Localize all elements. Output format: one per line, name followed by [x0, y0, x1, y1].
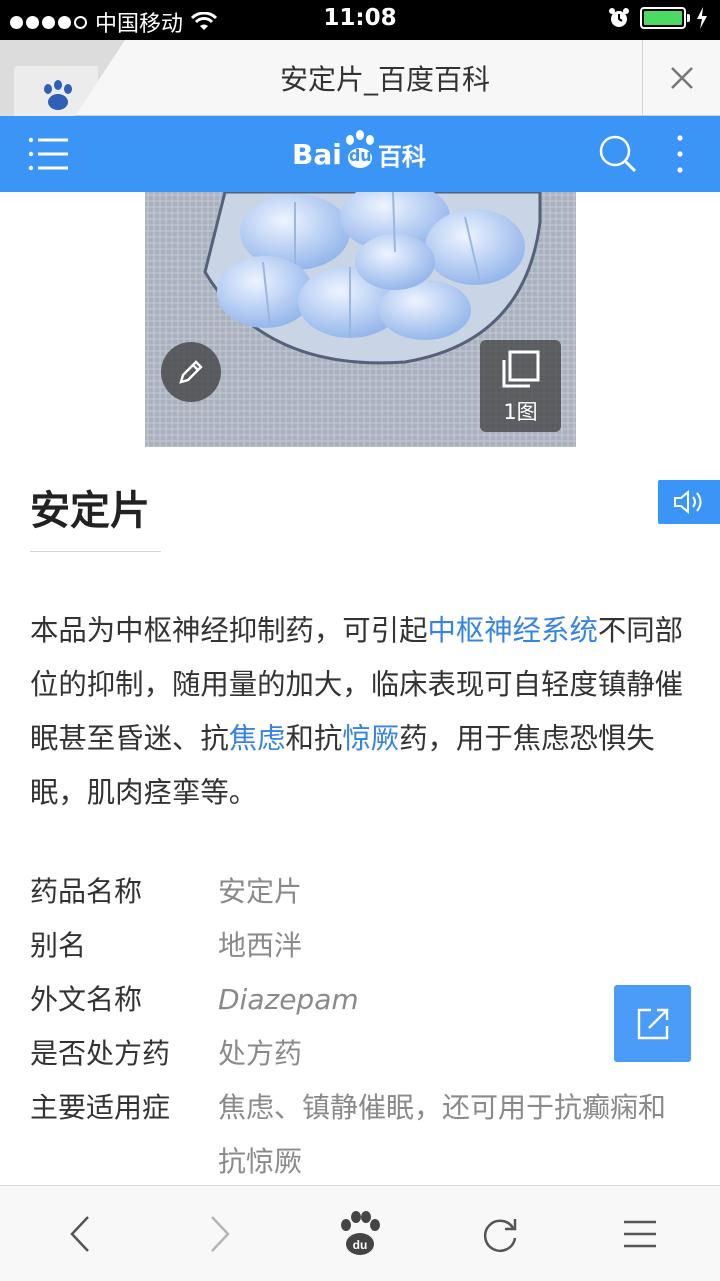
refresh-button[interactable]	[470, 1208, 530, 1260]
title-divider	[30, 551, 161, 552]
forward-button[interactable]	[190, 1208, 250, 1260]
basic-info-table: 药品名称 安定片 别名 地西泮 外文名称 Diazepam 是否处方药 处方药 …	[30, 865, 690, 1189]
article-image[interactable]: 1图	[145, 192, 576, 447]
link-central-nervous-system[interactable]: 中枢神经系统	[427, 614, 597, 647]
logo-bai: Bai	[292, 137, 342, 171]
more-options-icon[interactable]	[674, 134, 686, 174]
info-row: 是否处方药 处方药	[30, 1027, 690, 1081]
search-icon[interactable]	[598, 134, 638, 174]
baidu-paw-icon: du	[341, 1211, 380, 1255]
info-key: 别名	[30, 929, 87, 962]
tab-title[interactable]: 安定片_百度百科	[130, 58, 640, 98]
info-key: 是否处方药	[30, 1037, 171, 1070]
menu-button[interactable]	[610, 1208, 670, 1260]
gallery-icon	[502, 350, 540, 388]
svg-text:du: du	[353, 1238, 368, 1252]
article-summary: 本品为中枢神经抑制药，可引起中枢神经系统不同部位的抑制，随用量的加大，临床表现可…	[30, 604, 690, 820]
edit-image-button[interactable]	[161, 342, 221, 402]
info-value: 安定片	[218, 875, 303, 908]
baidu-home-button[interactable]: du	[330, 1208, 390, 1260]
chevron-left-icon	[70, 1216, 89, 1252]
hamburger-icon	[624, 1220, 656, 1248]
site-header: Bai du 百科	[0, 116, 720, 192]
summary-text: 和抗	[285, 722, 343, 755]
info-key: 主要适用症	[30, 1091, 171, 1124]
info-row: 外文名称 Diazepam	[30, 973, 690, 1027]
previous-tab[interactable]	[0, 40, 125, 116]
logo-paw: du	[342, 130, 378, 174]
alarm-icon	[609, 8, 629, 27]
info-row: 别名 地西泮	[30, 919, 690, 973]
read-aloud-button[interactable]	[658, 480, 720, 524]
chevron-right-icon	[211, 1216, 230, 1252]
close-tab-button[interactable]	[642, 40, 720, 116]
pencil-icon	[179, 360, 203, 384]
info-key: 药品名称	[30, 875, 143, 908]
battery-icon	[640, 7, 690, 29]
info-key: 外文名称	[30, 983, 143, 1016]
baidu-baike-logo[interactable]: Bai du 百科	[292, 130, 426, 174]
summary-text: 本品为中枢神经抑制药，可引起	[30, 614, 428, 647]
image-count-label: 1图	[503, 400, 538, 424]
share-button[interactable]	[614, 985, 691, 1062]
browser-toolbar: du	[0, 1185, 720, 1281]
link-anxiety[interactable]: 焦虑	[229, 722, 286, 755]
status-bar: 中国移动 11:08	[0, 0, 720, 40]
menu-icon[interactable]	[28, 136, 68, 172]
link-convulsion[interactable]: 惊厥	[342, 722, 399, 755]
browser-tab-bar: 安定片_百度百科	[0, 40, 720, 116]
logo-du: du	[348, 146, 372, 165]
refresh-icon	[483, 1219, 517, 1252]
logo-baike: 百科	[377, 142, 426, 171]
info-row: 主要适用症 焦虑、镇静催眠，还可用于抗癫痫和抗惊厥	[30, 1081, 690, 1189]
share-icon	[637, 1008, 668, 1039]
close-icon	[670, 67, 693, 89]
info-value: 地西泮	[218, 929, 303, 962]
baidu-paw-icon	[44, 80, 72, 110]
article-title: 安定片	[30, 488, 150, 534]
speaker-icon	[674, 489, 702, 515]
info-row: 药品名称 安定片	[30, 865, 690, 919]
back-button[interactable]	[50, 1208, 110, 1260]
image-gallery-button[interactable]: 1图	[480, 340, 561, 432]
charging-icon	[697, 7, 707, 29]
info-value: 焦虑、镇静催眠，还可用于抗癫痫和抗惊厥	[218, 1091, 667, 1178]
